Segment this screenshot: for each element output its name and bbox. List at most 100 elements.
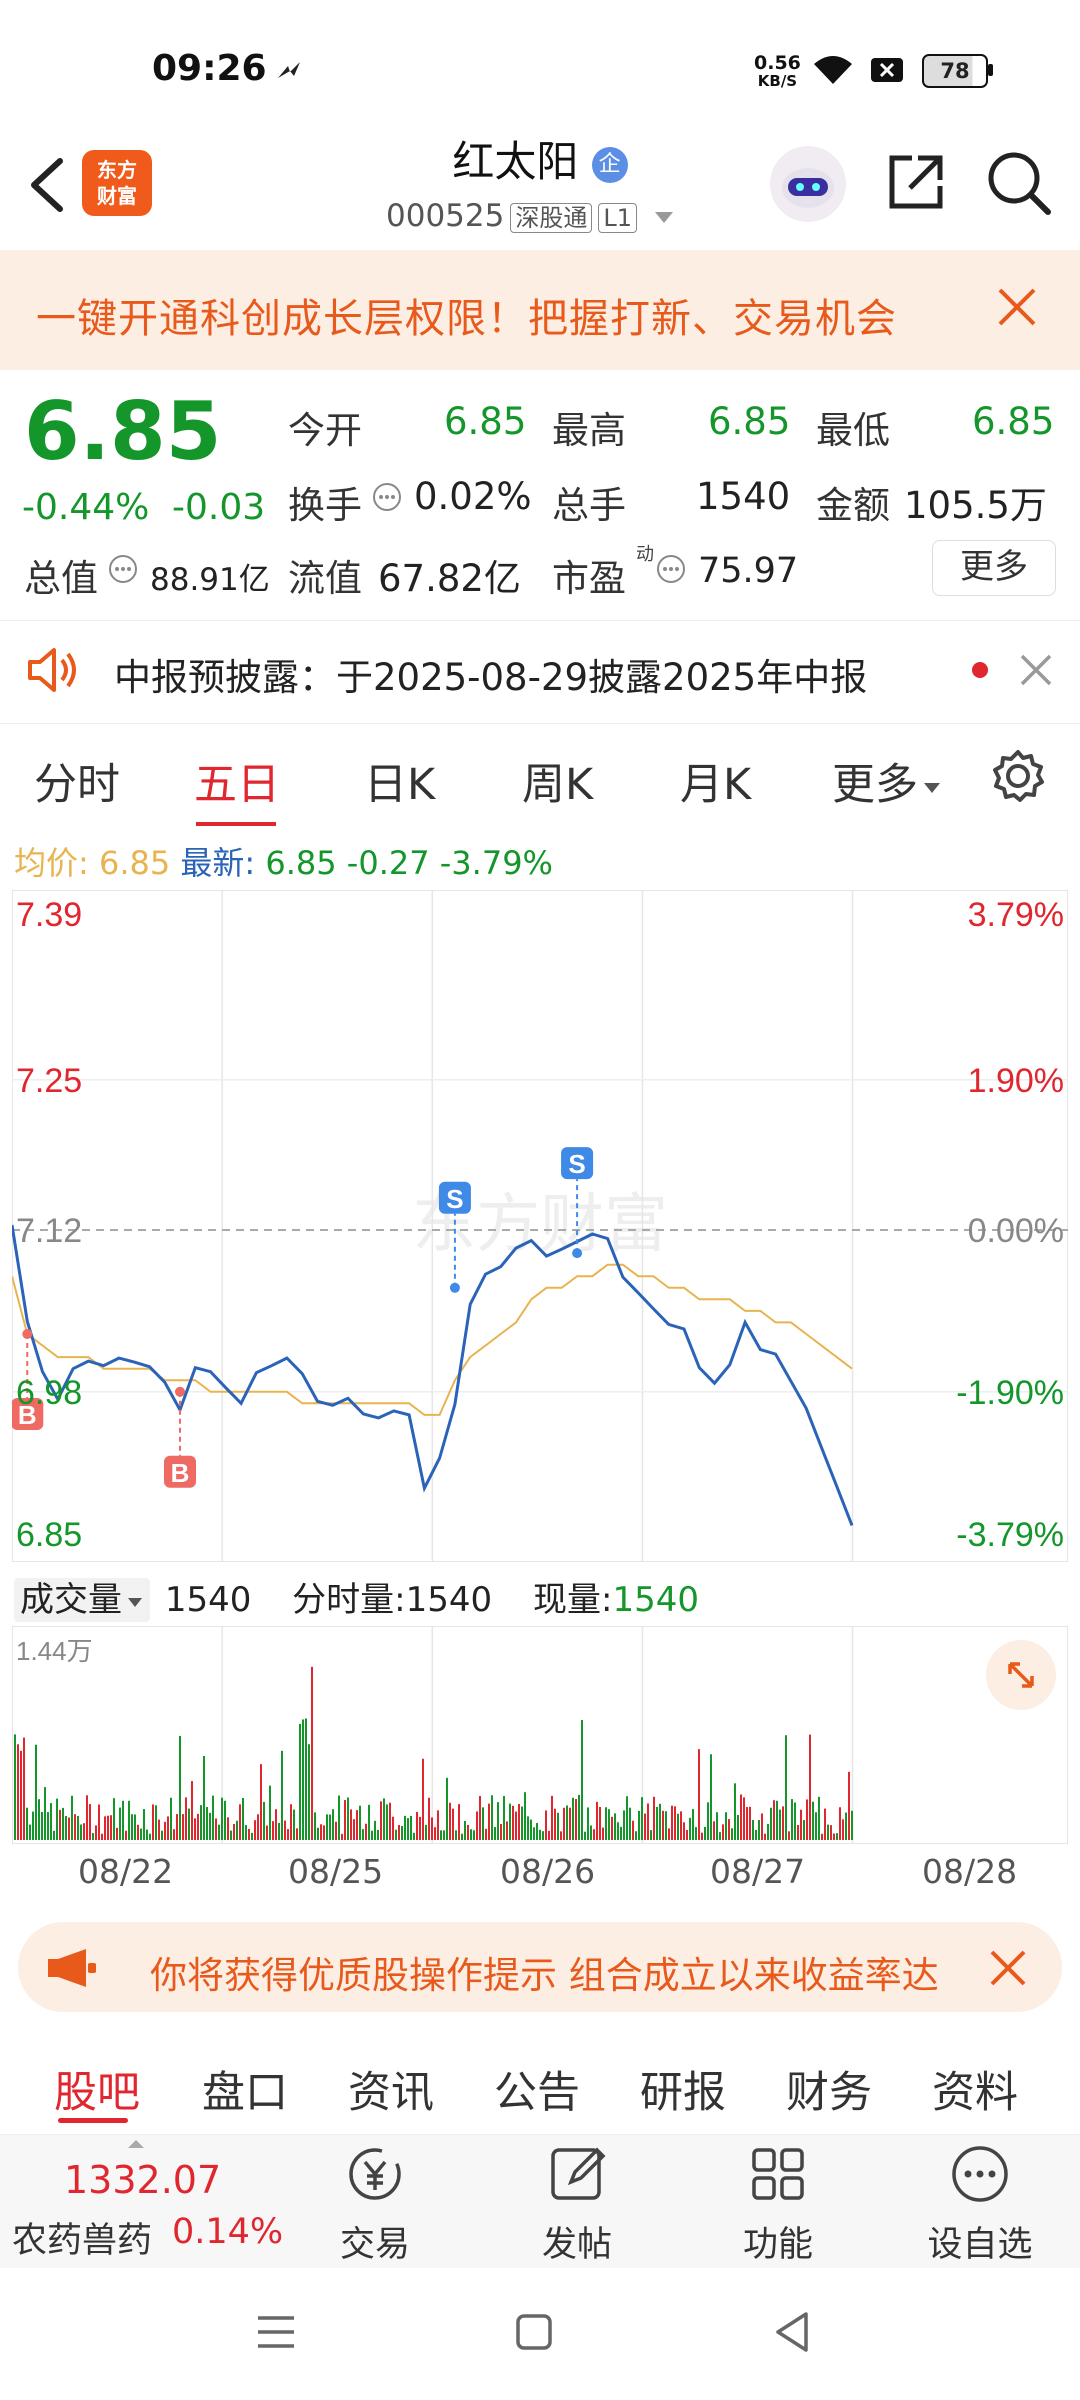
- functions-label[interactable]: 功能: [708, 2216, 848, 2267]
- settings-gear-icon[interactable]: [990, 748, 1046, 804]
- volume-bar: [341, 1833, 343, 1840]
- volume-bar: [209, 1812, 211, 1840]
- volume-bar: [815, 1812, 817, 1840]
- volume-bar: [380, 1801, 382, 1840]
- tab-five-day[interactable]: 五日: [194, 750, 280, 812]
- volume-indicator-selector[interactable]: 成交量: [14, 1578, 150, 1622]
- more-stats-button[interactable]: 更多: [932, 540, 1056, 596]
- trade-label[interactable]: 交易: [305, 2216, 445, 2267]
- volume-bar: [374, 1820, 376, 1840]
- menu-icon[interactable]: [254, 2312, 298, 2352]
- change-percent: -0.44%: [22, 487, 150, 528]
- volume-bar: [464, 1820, 466, 1840]
- share-icon[interactable]: [884, 150, 948, 214]
- volume-bar: [821, 1833, 823, 1840]
- volume-bar: [308, 1744, 310, 1840]
- float-value: 67.82亿: [378, 557, 521, 600]
- volume-bar: [392, 1816, 394, 1840]
- volume-bar: [368, 1804, 370, 1840]
- info-dots-icon[interactable]: [656, 554, 686, 584]
- volume-bar: [677, 1813, 679, 1840]
- volume-bar: [455, 1830, 457, 1840]
- volume-bar: [395, 1829, 397, 1840]
- stock-code-row[interactable]: 000525 深股通 L1: [386, 198, 675, 234]
- status-bar: 09:26 0.56 KB/S 78: [0, 0, 1080, 130]
- volume-bar: [200, 1805, 202, 1840]
- volume-bar: [788, 1831, 790, 1840]
- tab-guba[interactable]: 股吧: [54, 2058, 140, 2120]
- volume-bar: [410, 1815, 412, 1840]
- volume-bar: [104, 1816, 106, 1840]
- volume-bar: [584, 1831, 586, 1840]
- close-icon[interactable]: [988, 1948, 1028, 1988]
- tab-news[interactable]: 资讯: [348, 2058, 434, 2120]
- info-dots-icon[interactable]: [372, 482, 402, 512]
- volume-bar: [86, 1795, 88, 1840]
- tab-daily-k[interactable]: 日K: [364, 750, 435, 812]
- expand-chart-button[interactable]: [986, 1640, 1056, 1710]
- volume-bar: [422, 1758, 424, 1840]
- volume-selector-label: 成交量: [20, 1580, 122, 1620]
- volume-bar: [491, 1795, 493, 1840]
- y-tick-label: 6.85: [16, 1516, 82, 1554]
- tab-more[interactable]: 更多: [832, 750, 942, 812]
- home-square-icon[interactable]: [514, 2312, 554, 2352]
- volume-bar: [110, 1815, 112, 1840]
- volume-chart[interactable]: 1.44万: [12, 1626, 1068, 1844]
- latest-label: 最新:: [180, 844, 256, 882]
- volume-bar: [482, 1807, 484, 1840]
- tab-weekly-k[interactable]: 周K: [522, 750, 593, 812]
- volume-bar: [443, 1830, 445, 1840]
- volume-bar: [524, 1792, 526, 1840]
- notice-text[interactable]: 中报预披露：于2025-08-29披露2025年中报: [114, 647, 867, 701]
- volume-bar: [356, 1810, 358, 1840]
- five-day-price-chart[interactable]: 东方财富 BBSS 7.39 3.79%7.25 1.90%7.12 0.00%6.9…: [12, 890, 1068, 1562]
- volume-bar: [470, 1829, 472, 1840]
- post-label[interactable]: 发帖: [507, 2216, 647, 2267]
- tab-financials[interactable]: 财务: [786, 2058, 872, 2120]
- banner-text[interactable]: 一键开通科创成长层权限！把握打新、交易机会: [36, 286, 897, 344]
- volume-bar: [161, 1830, 163, 1840]
- volume-bar: [767, 1824, 769, 1840]
- back-triangle-icon[interactable]: [772, 2310, 812, 2354]
- volume-bar: [635, 1831, 637, 1840]
- volume-bar: [77, 1815, 79, 1840]
- volume-bar: [626, 1796, 628, 1840]
- tab-monthly-k[interactable]: 月K: [680, 750, 751, 812]
- assistant-robot-icon[interactable]: [770, 146, 846, 222]
- volume-bar: [602, 1827, 604, 1840]
- close-icon[interactable]: [1018, 652, 1054, 688]
- sector-index-value[interactable]: 1332.07: [64, 2158, 221, 2202]
- network-speed: 0.56 KB/S: [754, 52, 801, 91]
- megaphone-icon: [48, 1949, 96, 1987]
- close-icon[interactable]: [992, 282, 1042, 332]
- active-tab-indicator: [196, 822, 276, 826]
- volume-bar: [197, 1813, 199, 1840]
- volume-bar: [239, 1804, 241, 1840]
- tab-minute[interactable]: 分时: [34, 750, 120, 812]
- volume-bar: [116, 1827, 118, 1840]
- tab-announcements[interactable]: 公告: [494, 2058, 580, 2120]
- promo-text[interactable]: 你将获得优质股操作提示 组合成立以来收益率达: [150, 1945, 970, 1999]
- volume-bar: [302, 1719, 304, 1840]
- volume-bar: [581, 1719, 583, 1840]
- tab-profile[interactable]: 资料: [932, 2058, 1018, 2120]
- volume-bar: [149, 1833, 151, 1840]
- tab-research[interactable]: 研报: [640, 2058, 726, 2120]
- volume-bar: [335, 1821, 337, 1840]
- volume-bar: [122, 1800, 124, 1840]
- volume-bar: [824, 1808, 826, 1840]
- tab-order-book[interactable]: 盘口: [202, 2058, 288, 2120]
- search-icon[interactable]: [984, 148, 1054, 218]
- volume-bar: [842, 1819, 844, 1840]
- volume-info-row: 成交量 1540 分时量:1540 现量:1540: [14, 1572, 699, 1622]
- add-watchlist-label[interactable]: 设自选: [910, 2216, 1050, 2267]
- mktcap-label: 总值: [24, 557, 98, 600]
- volume-bar: [710, 1754, 712, 1840]
- volume-bar: [299, 1723, 301, 1840]
- sector-name[interactable]: 农药兽药: [12, 2212, 152, 2263]
- speaker-icon: [28, 648, 76, 692]
- volume-bar: [647, 1803, 649, 1840]
- info-dots-icon[interactable]: [108, 554, 138, 584]
- volume-bar: [644, 1813, 646, 1840]
